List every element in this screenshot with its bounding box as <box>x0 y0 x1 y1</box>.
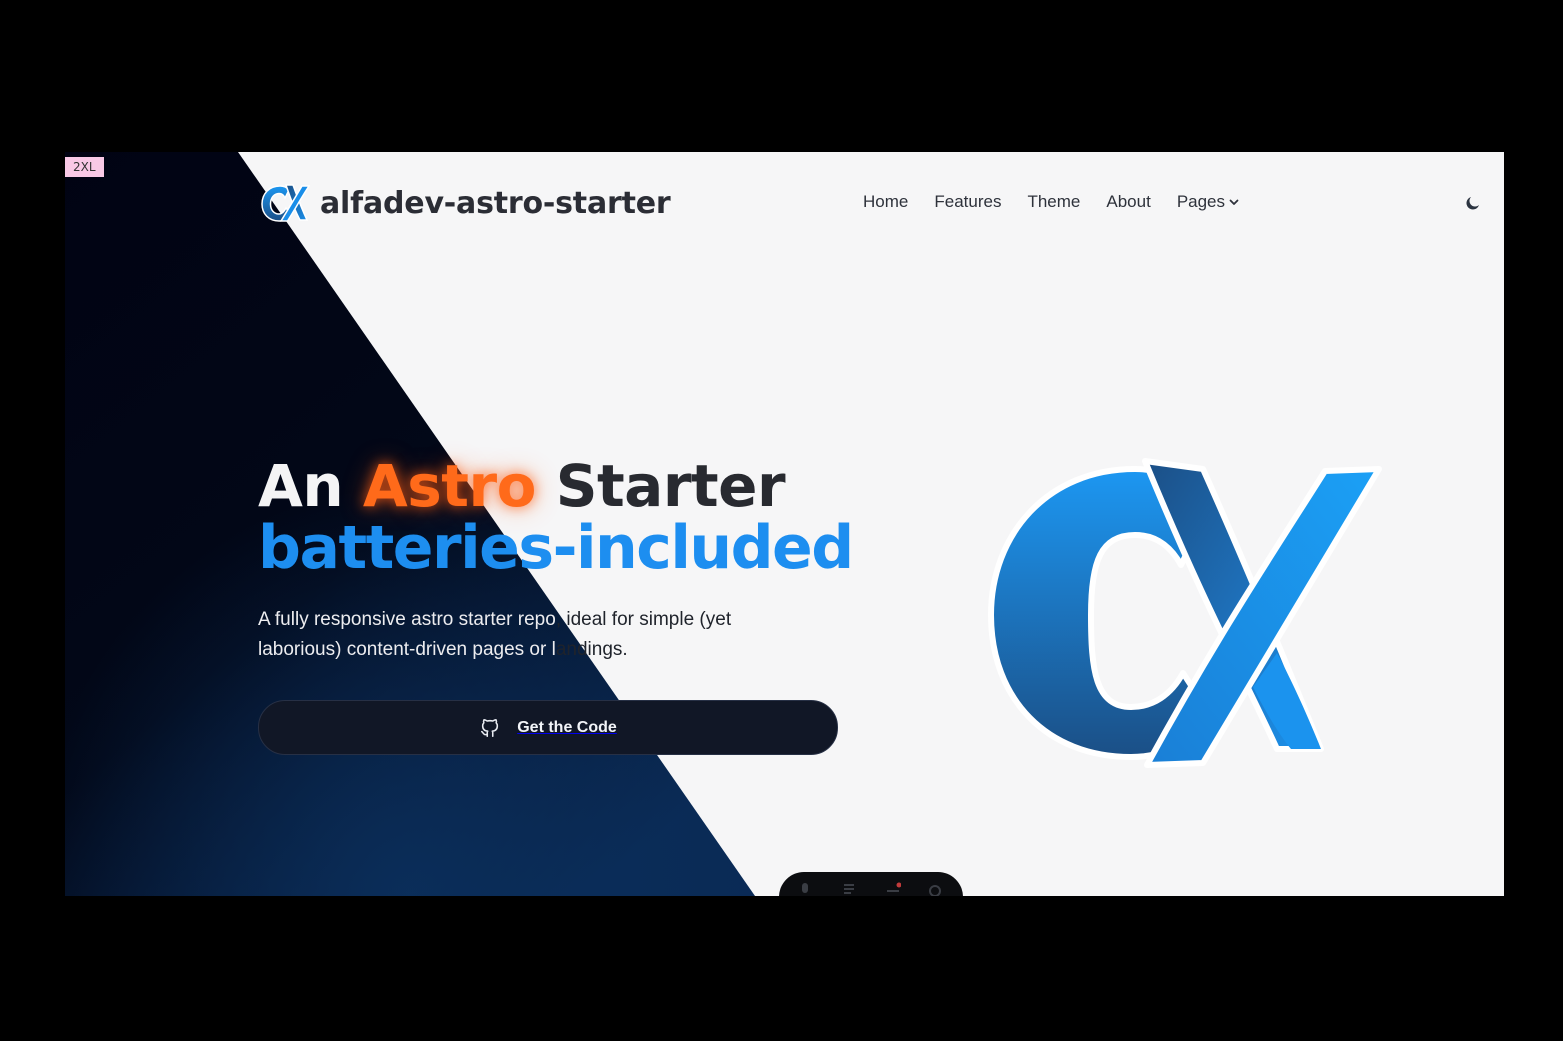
browser-viewport: 2XL alfadev-astro-starter Home Features … <box>65 152 1504 896</box>
nav-features-label: Features <box>934 192 1002 211</box>
headline-line-1: An Astro Starter <box>258 455 853 517</box>
nav-theme-label: Theme <box>1027 192 1081 211</box>
brand-link[interactable]: alfadev-astro-starter <box>260 183 671 223</box>
subtitle-part-4: andings. <box>555 639 628 660</box>
nav-about[interactable]: About <box>1106 192 1150 212</box>
nav-features[interactable]: Features <box>934 192 1001 212</box>
site-header: alfadev-astro-starter Home Features Them… <box>65 152 1504 254</box>
brand-title: alfadev-astro-starter <box>320 185 671 221</box>
moon-icon <box>1466 197 1479 210</box>
subtitle-part-1: A fully responsive astro starter repo <box>258 609 556 630</box>
hero-headline: An Astro Starter batteries-included <box>258 455 854 579</box>
headline-batteries: batteries <box>258 513 554 583</box>
nav-home[interactable]: Home <box>863 192 908 212</box>
hero-subtitle: A fully responsive astro starter repo, i… <box>258 605 818 665</box>
dev-toolbar <box>779 872 963 896</box>
alpha-logo-icon <box>988 458 1382 768</box>
headline-word-an: An <box>258 452 344 520</box>
theme-toggle-button[interactable] <box>1462 192 1484 214</box>
settings-icon[interactable] <box>927 882 943 896</box>
get-the-code-button[interactable]: Get the Code <box>258 700 838 755</box>
microphone-icon[interactable] <box>797 882 813 896</box>
audit-icon[interactable] <box>885 882 901 896</box>
nav-pages-label: Pages <box>1176 192 1226 211</box>
github-icon <box>481 718 499 737</box>
nav-pages-dropdown[interactable]: Pages <box>1177 192 1240 212</box>
headline-included: -included <box>552 513 855 583</box>
chevron-down-icon <box>1229 199 1239 205</box>
get-the-code-label: Get the Code <box>517 718 617 736</box>
hero-section: An Astro Starter batteries-included A fu… <box>258 455 854 665</box>
main-nav: Home Features Theme About Pages <box>863 192 1240 212</box>
subtitle-part-2: , ideal for simple (yet <box>555 609 732 630</box>
breakpoint-badge: 2XL <box>65 157 104 177</box>
nav-about-label: About <box>1106 192 1151 211</box>
subtitle-part-3: laborious) content-driven pages or l <box>258 639 556 660</box>
headline-word-astro: Astro <box>362 452 537 520</box>
headline-word-starter: Starter <box>555 452 786 520</box>
inspect-icon[interactable] <box>841 882 857 896</box>
headline-line-2: batteries-included <box>258 517 854 579</box>
nav-theme[interactable]: Theme <box>1027 192 1080 212</box>
nav-home-label: Home <box>863 192 909 211</box>
alpha-logo-icon <box>261 184 310 222</box>
